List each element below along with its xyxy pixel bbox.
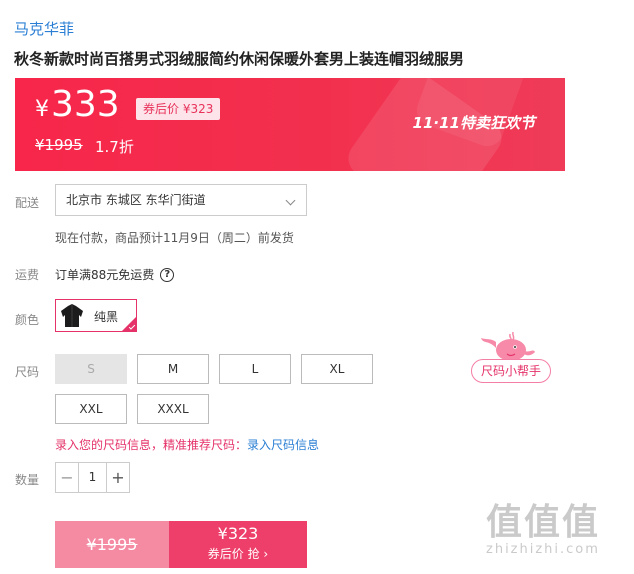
shipping-note: 现在付款，商品预计11月9日（周二）前发货 (55, 231, 294, 245)
size-info-row: 录入您的尺码信息，精准推荐尺码：录入尺码信息 (55, 436, 319, 453)
coupon-buy-price: ¥323 (217, 524, 259, 543)
size-option-m[interactable]: M (137, 354, 209, 384)
address-select[interactable]: 北京市 东城区 东华门街道 (55, 184, 307, 216)
size-helper-button[interactable]: 尺码小帮手 (471, 359, 551, 383)
freight-info: 订单满88元免运费 ? (55, 266, 175, 283)
color-option-black[interactable]: 纯黑 (55, 299, 137, 332)
discount-rate: 1.7折 (95, 138, 134, 156)
size-option-xl[interactable]: XL (301, 354, 373, 384)
delivery-label: 配送 (15, 196, 40, 210)
color-label: 颜色 (15, 313, 40, 327)
coupon-buy-button[interactable]: ¥323 券后价 抢 › (169, 521, 307, 568)
whale-mascot-icon (481, 331, 535, 361)
size-option-s: S (55, 354, 127, 384)
product-title: 秋冬新款时尚百搭男式羽绒服简约休闲保暖外套男上装连帽羽绒服男 (14, 50, 465, 68)
freight-text: 订单满88元免运费 (55, 268, 155, 282)
size-helper-widget[interactable]: 尺码小帮手 (469, 328, 553, 385)
help-icon[interactable]: ? (160, 267, 175, 282)
increment-button[interactable]: + (107, 463, 129, 492)
price-value: 333 (51, 84, 120, 125)
size-option-l[interactable]: L (219, 354, 291, 384)
size-info-text: 录入您的尺码信息，精准推荐尺码： (55, 438, 248, 452)
quantity-label: 数量 (15, 473, 40, 487)
address-value: 北京市 东城区 东华门街道 (66, 193, 206, 207)
size-label: 尺码 (15, 365, 40, 379)
coupon-buy-label: 券后价 抢 › (207, 547, 269, 561)
size-option-xxxl[interactable]: XXXL (137, 394, 209, 424)
freight-label: 运费 (15, 268, 40, 282)
size-info-link[interactable]: 录入尺码信息 (247, 438, 319, 452)
decrement-button[interactable]: − (56, 463, 78, 492)
original-price-button[interactable]: ¥1995 (55, 521, 169, 568)
currency-symbol: ¥ (35, 97, 49, 122)
price-banner: ¥ 333 券后价 ¥323 ¥1995 1.7折 11·11特卖狂欢节 (15, 78, 565, 171)
watermark-logo: 值值值 (486, 502, 601, 543)
coupon-price-tag: 券后价 ¥323 (136, 98, 221, 120)
quantity-input[interactable]: 1 (78, 463, 107, 492)
jacket-thumbnail-icon (61, 304, 83, 327)
event-label: 11·11特卖狂欢节 (412, 114, 535, 132)
brand-link[interactable]: 马克华菲 (14, 18, 74, 39)
chevron-down-icon (285, 195, 296, 206)
original-price: ¥1995 (35, 136, 83, 154)
watermark-url: zhizhizhi.com (486, 542, 600, 557)
color-option-label: 纯黑 (94, 310, 119, 324)
size-option-xxl[interactable]: XXL (55, 394, 127, 424)
current-price: ¥ 333 (35, 84, 120, 125)
quantity-stepper[interactable]: − 1 + (55, 462, 130, 493)
watermark: 值值值 zhizhizhi.com (486, 493, 628, 569)
